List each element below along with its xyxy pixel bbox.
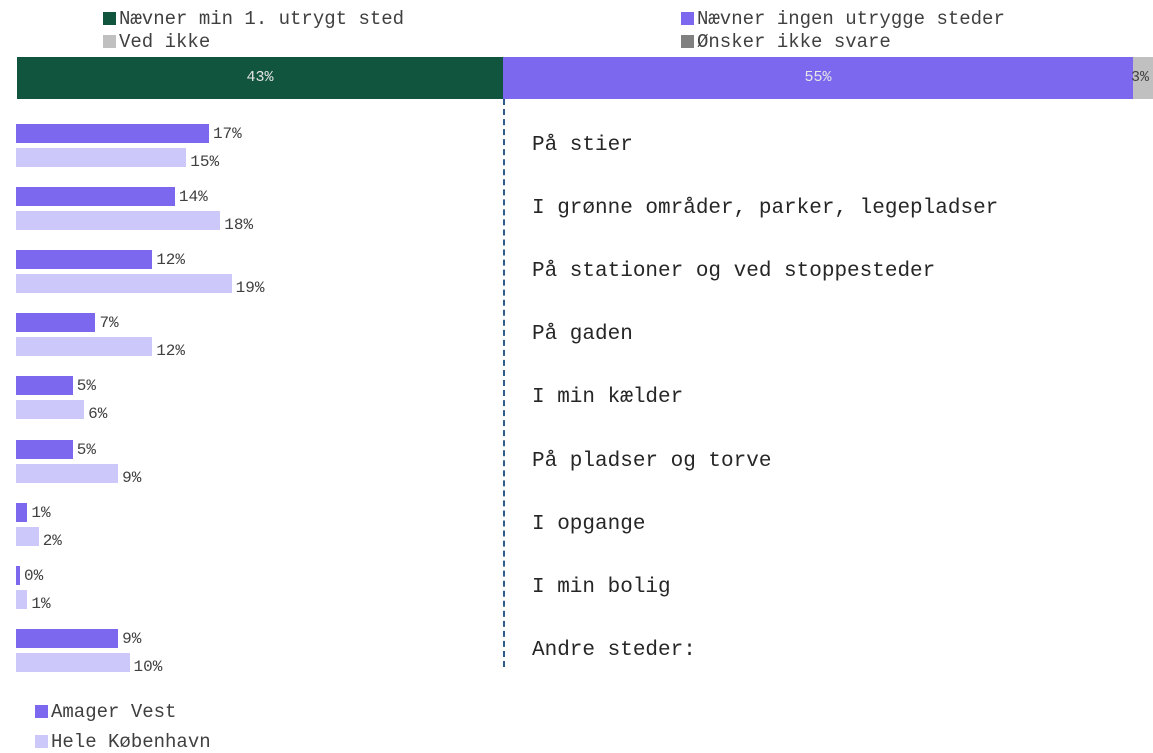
bar-amager-vest <box>16 187 175 207</box>
bar-hele-kobenhavn <box>16 652 130 672</box>
legend-label: Amager Vest <box>51 701 177 723</box>
data-label-amager-vest: 1% <box>31 503 51 522</box>
data-label-amager-vest: 0% <box>24 566 44 585</box>
bar-amager-vest <box>16 628 119 648</box>
legend-item-hele-kobenhavn: Hele København <box>35 732 211 752</box>
bar-hele-kobenhavn <box>16 463 119 483</box>
data-label-hele-kobenhavn: 2% <box>42 531 62 550</box>
grouped-bar-chart: 17% 15% På stier 14% 18% I grønne områder, pa… <box>0 0 1153 752</box>
data-label-hele-kobenhavn: 19% <box>235 279 265 298</box>
category-label: I min bolig <box>532 575 671 599</box>
bar-hele-kobenhavn <box>16 400 85 420</box>
data-label-amager-vest: 17% <box>212 125 242 143</box>
bar-hele-kobenhavn <box>16 274 232 294</box>
data-label-amager-vest: 7% <box>99 314 119 333</box>
data-label-hele-kobenhavn: 12% <box>156 342 185 361</box>
data-label-amager-vest: 9% <box>122 629 142 648</box>
data-label-hele-kobenhavn: 1% <box>31 594 51 613</box>
category-label: På stationer og ved stoppesteder <box>532 260 936 284</box>
data-label-hele-kobenhavn: 6% <box>88 405 108 424</box>
data-label-amager-vest: 5% <box>76 377 96 396</box>
bar-amager-vest <box>16 313 96 333</box>
data-label-amager-vest: 5% <box>76 440 96 459</box>
bar-amager-vest <box>16 376 73 396</box>
category-label: På gaden <box>532 323 633 347</box>
data-label-amager-vest: 12% <box>156 251 185 270</box>
legend-swatch <box>35 705 48 718</box>
bar-hele-kobenhavn <box>16 148 187 167</box>
bar-amager-vest <box>16 565 20 585</box>
bar-hele-kobenhavn <box>16 211 221 231</box>
bar-amager-vest <box>16 439 73 459</box>
data-label-amager-vest: 14% <box>178 188 208 207</box>
bar-hele-kobenhavn <box>16 526 39 546</box>
data-label-hele-kobenhavn: 15% <box>190 153 220 171</box>
bar-amager-vest <box>16 124 209 143</box>
category-label: På pladser og torve <box>532 449 772 473</box>
legend-label: Hele København <box>51 731 211 753</box>
category-label: I opgange <box>532 512 646 536</box>
category-label: På stier <box>532 134 633 157</box>
category-label: Andre steder: <box>532 638 696 662</box>
data-label-hele-kobenhavn: 18% <box>224 216 254 235</box>
category-label: I min kælder <box>532 386 684 410</box>
bar-hele-kobenhavn <box>16 337 153 357</box>
legend-swatch <box>35 735 48 748</box>
legend-item-amager-vest: Amager Vest <box>35 702 176 722</box>
category-label: I grønne områder, parker, legepladser <box>532 197 999 221</box>
data-label-hele-kobenhavn: 9% <box>122 468 142 487</box>
bar-hele-kobenhavn <box>16 589 28 609</box>
bar-amager-vest <box>16 250 153 270</box>
bar-amager-vest <box>16 502 28 522</box>
data-label-hele-kobenhavn: 10% <box>133 657 163 676</box>
